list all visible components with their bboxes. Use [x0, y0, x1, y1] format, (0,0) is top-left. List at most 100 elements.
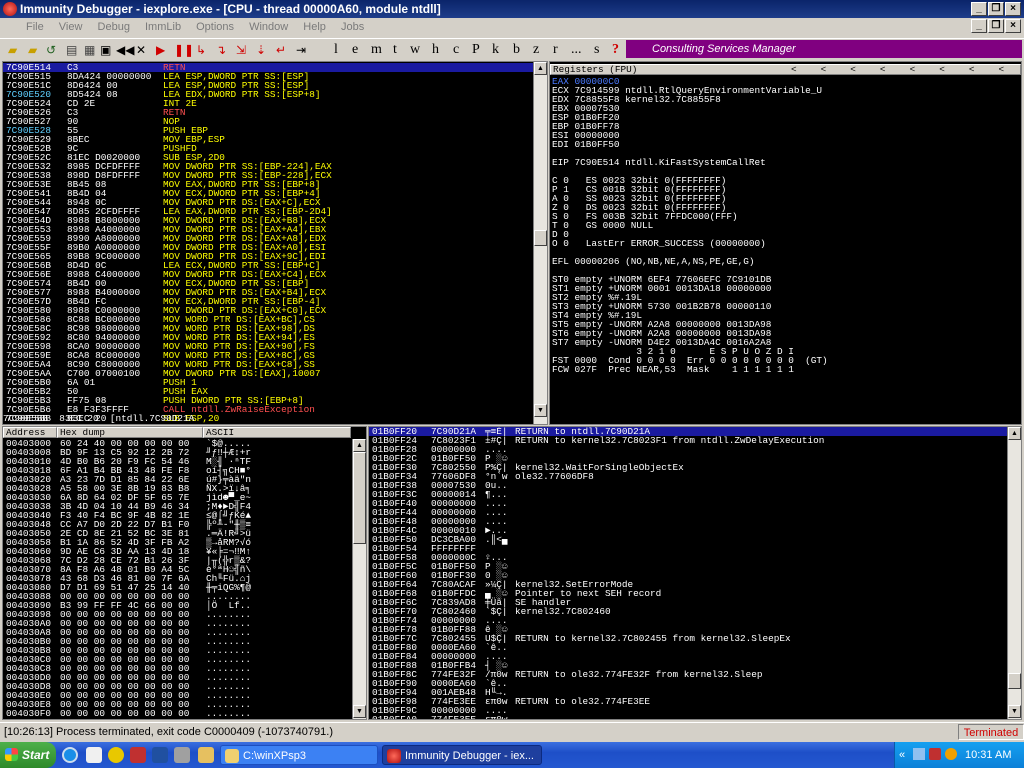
- toolbar-threads-button[interactable]: t: [393, 41, 397, 59]
- scroll-up-icon[interactable]: ▲: [1008, 427, 1021, 440]
- register-view-arrow[interactable]: <: [939, 64, 945, 75]
- register-line[interactable]: EDX 7C8855F8 kernel32.7C8855F8: [552, 95, 1012, 104]
- close-debuggee-icon[interactable]: ▤: [66, 42, 77, 58]
- register-view-arrow[interactable]: <: [850, 64, 856, 75]
- register-line[interactable]: T 0 GS 0000 NULL: [552, 221, 1012, 230]
- register-line[interactable]: ESP 01B0FF20: [552, 113, 1012, 122]
- tray-expand-icon[interactable]: «: [899, 742, 905, 768]
- toolbar-patches-button[interactable]: P: [472, 41, 480, 59]
- toolbar-source-button[interactable]: s: [594, 41, 599, 59]
- toolbar-windows-button[interactable]: w: [410, 41, 420, 59]
- register-line[interactable]: EBP 01B0FF78: [552, 122, 1012, 131]
- mdi-close-button[interactable]: ×: [1005, 19, 1021, 33]
- maximize-button[interactable]: ❐: [988, 2, 1004, 16]
- tray-icon[interactable]: [945, 748, 957, 760]
- minimize-button[interactable]: _: [971, 2, 987, 16]
- stack-scrollbar[interactable]: ▲ ▼: [1007, 427, 1021, 719]
- toolbar-log-button[interactable]: l: [334, 41, 338, 59]
- disasm-row[interactable]: 7C90E5B0 6A 01 PUSH 1: [3, 378, 533, 387]
- register-view-arrow[interactable]: <: [969, 64, 975, 75]
- hexdump-header-hex[interactable]: Hex dump: [57, 427, 203, 438]
- register-view-arrow[interactable]: <: [880, 64, 886, 75]
- registers-header[interactable]: Registers (FPU) < < < < < < < <: [550, 64, 1021, 75]
- toolbar-handles-button[interactable]: h: [432, 41, 439, 59]
- scroll-up-icon[interactable]: ▲: [534, 62, 547, 75]
- folder-icon[interactable]: ▰: [28, 42, 37, 58]
- toolbar-modules-button[interactable]: e: [352, 41, 358, 59]
- toolbar-breakpoints-button[interactable]: b: [513, 41, 520, 59]
- register-view-arrow[interactable]: <: [821, 64, 827, 75]
- menu-help[interactable]: Help: [303, 18, 326, 37]
- quicklaunch-icon[interactable]: [108, 747, 124, 763]
- script-icon[interactable]: ▣: [100, 42, 111, 58]
- disasm-row[interactable]: 7C90E524 CD 2E INT 2E: [3, 99, 533, 108]
- scroll-down-icon[interactable]: ▼: [534, 404, 547, 417]
- toolbar-memory-button[interactable]: m: [371, 41, 382, 59]
- toolbar-z-button[interactable]: z: [533, 41, 539, 59]
- run-icon[interactable]: ▶: [156, 42, 165, 58]
- security-shield-icon[interactable]: [929, 748, 941, 760]
- rewind-icon[interactable]: ◀◀: [116, 42, 134, 58]
- stop-icon[interactable]: ✕: [136, 42, 146, 58]
- scroll-down-icon[interactable]: ▼: [353, 705, 366, 718]
- scroll-thumb[interactable]: [534, 230, 547, 246]
- mdi-restore-button[interactable]: ❐: [988, 19, 1004, 33]
- hex-dump-pane[interactable]: Address Hex dump ASCII 00403000 60 24 40 …: [2, 426, 367, 720]
- register-view-arrow[interactable]: <: [910, 64, 916, 75]
- consulting-services-banner[interactable]: Consulting Services Manager: [626, 40, 1022, 58]
- task-immunity-debugger[interactable]: Immunity Debugger - iex...: [382, 745, 542, 765]
- menu-file[interactable]: File: [26, 18, 44, 37]
- pause-icon[interactable]: ❚❚: [174, 42, 194, 58]
- disasm-row[interactable]: 7C90E529 8BEC MOV EBP,ESP: [3, 135, 533, 144]
- disassembly-pane[interactable]: 7C90E514 C3 RETN 7C90E515 8DA424 00000000 LEA…: [2, 61, 548, 425]
- python-icon[interactable]: ▦: [84, 42, 95, 58]
- menu-window[interactable]: Window: [249, 18, 288, 37]
- scroll-down-icon[interactable]: ▼: [1008, 705, 1021, 718]
- quicklaunch-icon[interactable]: [174, 747, 190, 763]
- hexdump-scrollbar[interactable]: ▲ ▼: [352, 439, 366, 719]
- tray-icon[interactable]: [913, 748, 925, 760]
- stack-pane[interactable]: 01B0FF20 7C90D21A ╤≡É| RETURN to ntdll.7C90…: [368, 426, 1022, 720]
- ie-icon[interactable]: [62, 747, 78, 763]
- go-to-icon[interactable]: ⇥: [296, 42, 306, 58]
- scroll-thumb[interactable]: [1008, 673, 1021, 689]
- menu-options[interactable]: Options: [196, 18, 234, 37]
- toolbar-run-trace-button[interactable]: ...: [571, 41, 582, 59]
- register-line[interactable]: EDI 01B0FF50: [552, 140, 1012, 149]
- start-button[interactable]: Start: [0, 742, 56, 768]
- quicklaunch-icon[interactable]: [152, 747, 168, 763]
- toolbar-references-button[interactable]: r: [553, 41, 558, 59]
- title-bar[interactable]: Immunity Debugger - iexplore.exe - [CPU …: [0, 0, 1024, 18]
- menu-debug[interactable]: Debug: [98, 18, 130, 37]
- hexdump-header-ascii[interactable]: ASCII: [203, 427, 351, 438]
- register-view-arrow[interactable]: <: [998, 64, 1004, 75]
- show-desktop-icon[interactable]: [86, 747, 102, 763]
- disasm-row[interactable]: 7C90E526 C3 RETN: [3, 108, 533, 117]
- step-into-icon[interactable]: ↳: [196, 42, 206, 58]
- registers-pane[interactable]: Registers (FPU) < < < < < < < < EAX 000000C0 ECX…: [549, 61, 1022, 425]
- register-line[interactable]: EFL 00000206 (NO,NB,NE,A,NS,PE,GE,G): [552, 257, 1012, 266]
- disassembly-scrollbar[interactable]: ▲ ▼: [533, 62, 547, 424]
- menu-jobs[interactable]: Jobs: [341, 18, 364, 37]
- quicklaunch-icon[interactable]: [198, 747, 214, 763]
- close-button[interactable]: ×: [1005, 2, 1021, 16]
- step-over-icon[interactable]: ↴: [216, 42, 226, 58]
- toolbar-stack-button[interactable]: k: [492, 41, 499, 59]
- register-line[interactable]: EBX 00007530: [552, 104, 1012, 113]
- register-line[interactable]: FCW 027F Prec NEAR,53 Mask 1 1 1 1 1 1: [552, 365, 1012, 374]
- trace-into-icon[interactable]: ⇲: [236, 42, 246, 58]
- disasm-row[interactable]: 7C90E527 90 NOP: [3, 117, 533, 126]
- scroll-thumb[interactable]: [353, 452, 366, 544]
- register-line[interactable]: O 0 LastErr ERROR_SUCCESS (00000000): [552, 239, 1012, 248]
- register-line[interactable]: ESI 00000000: [552, 131, 1012, 140]
- menu-immlib[interactable]: ImmLib: [145, 18, 181, 37]
- restart-icon[interactable]: ↺: [46, 42, 56, 58]
- scroll-up-icon[interactable]: ▲: [353, 439, 366, 452]
- register-line[interactable]: EIP 7C90E514 ntdll.KiFastSystemCallRet: [552, 158, 1012, 167]
- trace-over-icon[interactable]: ⇣: [256, 42, 266, 58]
- mdi-minimize-button[interactable]: _: [971, 19, 987, 33]
- hexdump-row[interactable]: 004030F0 00 00 00 00 00 00 00 00........: [3, 709, 352, 718]
- open-icon[interactable]: ▰: [8, 42, 17, 58]
- quicklaunch-icon[interactable]: [130, 747, 146, 763]
- toolbar-cpu-button[interactable]: c: [453, 41, 459, 59]
